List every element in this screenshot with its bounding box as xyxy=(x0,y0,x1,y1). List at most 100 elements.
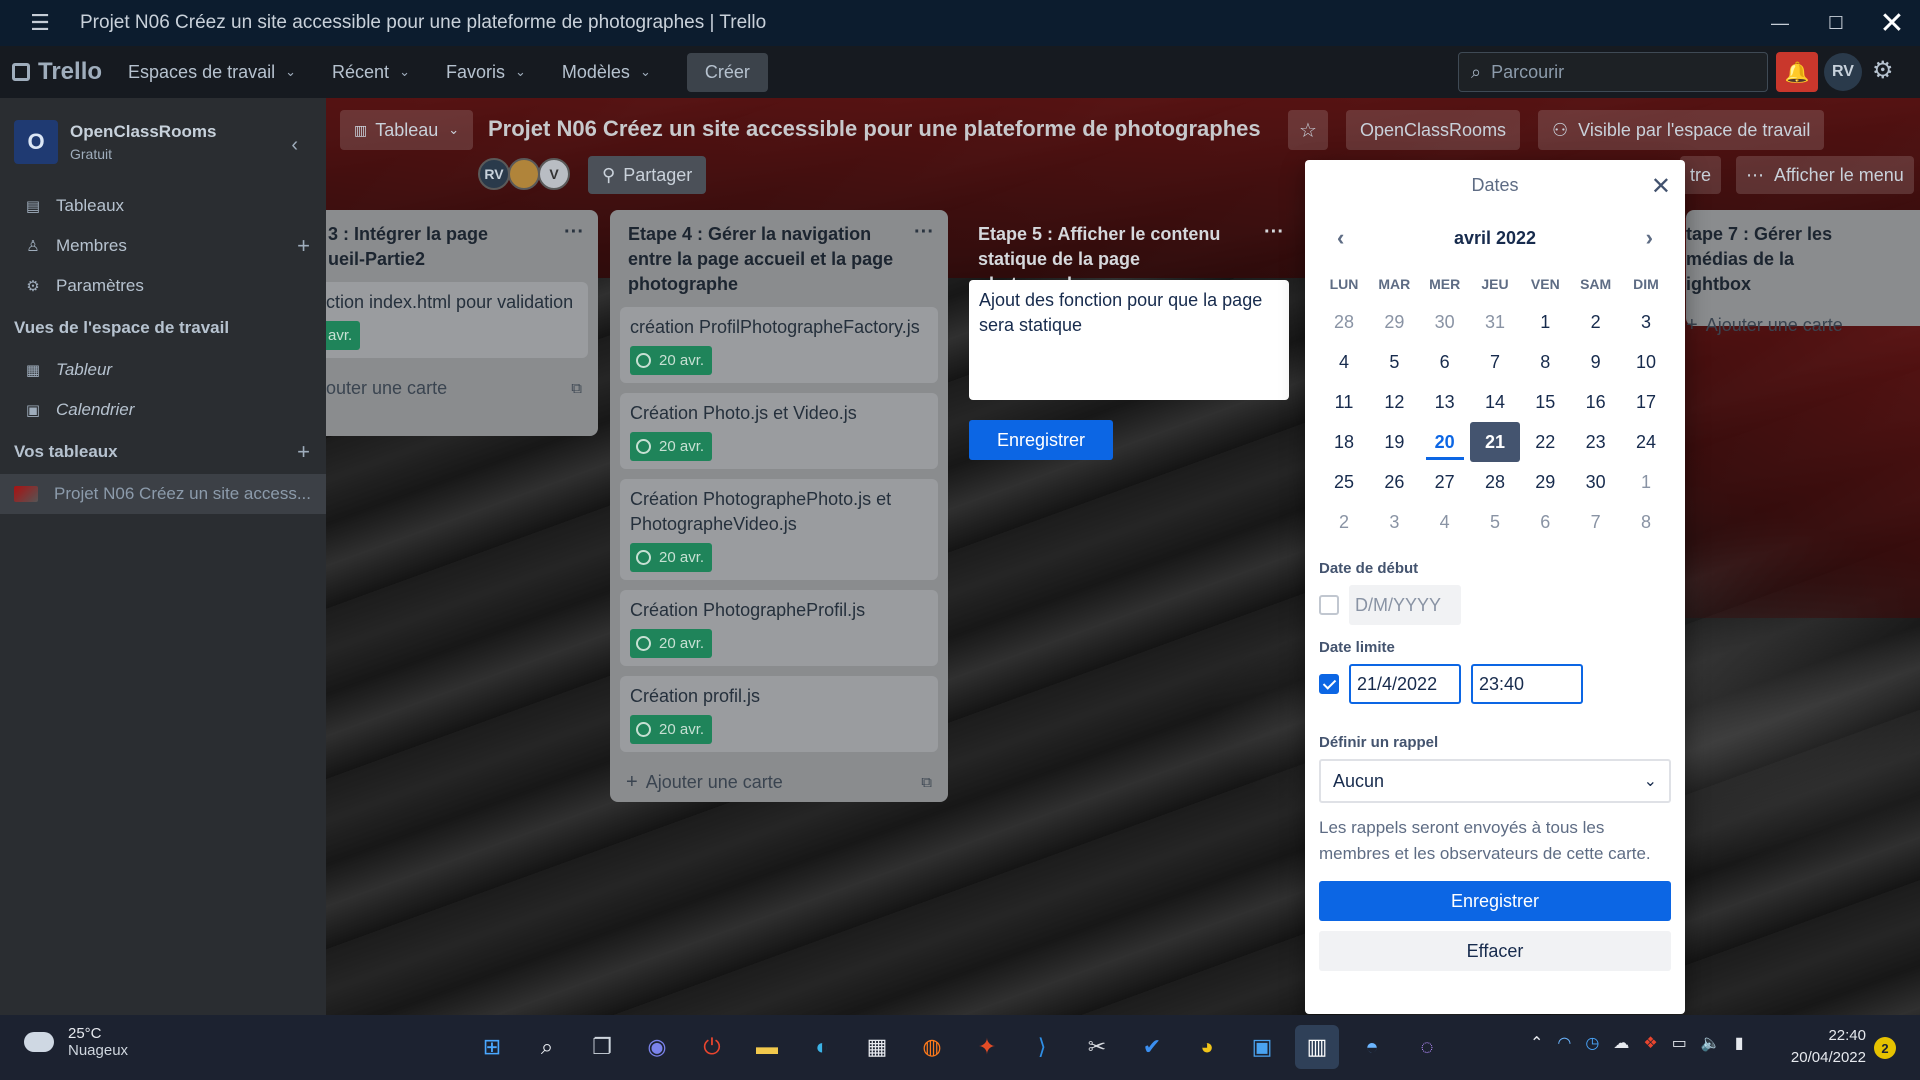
calendar-day[interactable]: 8 xyxy=(1520,342,1570,382)
add-board-icon[interactable]: + xyxy=(297,439,310,465)
create-button[interactable]: Créer xyxy=(686,52,768,92)
nav-templates[interactable]: Modèles ⌄ xyxy=(562,62,651,83)
list-title[interactable]: Etape 4 : Gérer la navigation entre la p… xyxy=(610,210,948,297)
board-title[interactable]: Projet N06 Créez un site accessible pour… xyxy=(488,116,1261,142)
weather-widget[interactable]: 25°C Nuageux xyxy=(24,1025,128,1059)
sidebar-item-boards[interactable]: ▤ Tableaux xyxy=(0,186,326,226)
calendar-day[interactable]: 25 xyxy=(1319,462,1369,502)
member-avatar[interactable]: V xyxy=(538,158,570,190)
calendar-day[interactable]: 2 xyxy=(1319,502,1369,542)
calendar-day[interactable]: 30 xyxy=(1571,462,1621,502)
calendar-day[interactable]: 3 xyxy=(1369,502,1419,542)
gear-icon[interactable]: ⚙ xyxy=(1872,56,1894,85)
sidebar-board-item[interactable]: Projet N06 Créez un site access... xyxy=(0,474,326,514)
calendar-day[interactable]: 17 xyxy=(1621,382,1671,422)
card-title-editor[interactable]: Ajout des fonction pour que la page sera… xyxy=(969,280,1289,400)
calendar-day[interactable]: 18 xyxy=(1319,422,1369,462)
clock-tray-icon[interactable]: ◷ xyxy=(1585,1033,1599,1053)
calendar-day[interactable]: 29 xyxy=(1520,462,1570,502)
display-icon[interactable]: ▭ xyxy=(1672,1033,1687,1053)
list-card[interactable]: Création Photo.js et Video.js 20 avr. xyxy=(620,393,938,469)
user-avatar[interactable]: RV xyxy=(1824,53,1862,91)
template-icon[interactable]: ⧉ xyxy=(571,380,582,397)
calendar-day[interactable]: 3 xyxy=(1621,302,1671,342)
add-member-icon[interactable]: + xyxy=(297,233,310,259)
list-card[interactable]: Création PhotographeProfil.js 20 avr. xyxy=(620,590,938,666)
save-card-button[interactable]: Enregistrer xyxy=(969,420,1113,460)
file-explorer-icon[interactable]: ▬ xyxy=(745,1025,789,1069)
list-title[interactable]: tape 7 : Gérer les médias de la ightbox xyxy=(1686,210,1920,297)
calendar-day[interactable]: 1 xyxy=(1520,302,1570,342)
calendar-day[interactable]: 11 xyxy=(1319,382,1369,422)
microsoft-store-icon[interactable]: ▦ xyxy=(855,1025,899,1069)
list-menu-icon[interactable]: ··· xyxy=(1264,220,1284,245)
minimize-icon[interactable]: — xyxy=(1752,0,1808,46)
workspace-name[interactable]: OpenClassRooms xyxy=(70,122,216,142)
list-title[interactable]: 3 : Intégrer la page ueil-Partie2 ··· xyxy=(326,210,598,272)
calendar-day[interactable]: 19 xyxy=(1369,422,1419,462)
sidebar-item-settings[interactable]: ⚙ Paramètres xyxy=(0,266,326,306)
calendar-day[interactable]: 30 xyxy=(1420,302,1470,342)
calendar-day[interactable]: 23 xyxy=(1571,422,1621,462)
chevron-right-icon[interactable]: › xyxy=(1646,225,1653,251)
snipping-tool-icon[interactable]: ✂ xyxy=(1075,1025,1119,1069)
list-menu-icon[interactable]: ··· xyxy=(914,220,934,245)
trello-logo[interactable]: Trello xyxy=(12,58,102,86)
member-avatar-photo[interactable] xyxy=(508,158,540,190)
collapse-sidebar-icon[interactable]: ‹ xyxy=(291,134,298,157)
list-card[interactable]: création ProfilPhotographeFactory.js 20 … xyxy=(620,307,938,383)
window-app-icon[interactable]: ▣ xyxy=(1240,1025,1284,1069)
calendar-day[interactable]: 2 xyxy=(1571,302,1621,342)
search-input[interactable]: ⌕ Parcourir xyxy=(1458,52,1768,92)
list-card[interactable]: Création PhotographePhoto.js et Photogra… xyxy=(620,479,938,580)
calendar-day[interactable]: 6 xyxy=(1420,342,1470,382)
volume-icon[interactable]: 🔈 xyxy=(1701,1033,1721,1053)
calendar-day[interactable]: 20 xyxy=(1420,422,1470,462)
calendar-day[interactable]: 22 xyxy=(1520,422,1570,462)
notifications-bell-icon[interactable]: 🔔 xyxy=(1776,52,1818,92)
search-icon[interactable]: ⌕ xyxy=(525,1025,569,1069)
filter-button[interactable]: tre xyxy=(1680,156,1722,194)
reminder-select[interactable]: Aucun ⌄ xyxy=(1319,759,1671,803)
dropbox-icon[interactable]: ❖ xyxy=(1643,1033,1657,1053)
menu-icon[interactable]: ☰ xyxy=(0,10,80,36)
due-time-input[interactable]: 23:40 xyxy=(1471,664,1583,704)
trello-app-icon[interactable]: ▥ xyxy=(1295,1025,1339,1069)
taskbar-clock[interactable]: 22:40 20/04/2022 xyxy=(1776,1025,1866,1069)
calendar-day[interactable]: 26 xyxy=(1369,462,1419,502)
view-switcher-button[interactable]: ▥ Tableau ⌄ xyxy=(340,110,474,150)
visibility-button[interactable]: ⚇ Visible par l'espace de travail xyxy=(1538,110,1825,150)
chevron-up-icon[interactable]: ⌃ xyxy=(1530,1033,1543,1053)
sidebar-item-members[interactable]: ♙ Membres + xyxy=(0,226,326,266)
app-icon[interactable]: ◓ xyxy=(1350,1025,1394,1069)
calendar-day[interactable]: 10 xyxy=(1621,342,1671,382)
calendar-day[interactable]: 5 xyxy=(1369,342,1419,382)
close-icon[interactable]: ✕ xyxy=(1651,172,1671,201)
edge-browser-icon[interactable]: ◐ xyxy=(800,1025,844,1069)
workspace-button[interactable]: OpenClassRooms xyxy=(1346,110,1521,150)
clear-dates-button[interactable]: Effacer xyxy=(1319,931,1671,971)
chevron-left-icon[interactable]: ‹ xyxy=(1337,225,1344,251)
add-card-button[interactable]: + Ajouter une carte xyxy=(1686,305,1920,345)
teams-chat-icon[interactable]: ◉ xyxy=(635,1025,679,1069)
calendar-day[interactable]: 12 xyxy=(1369,382,1419,422)
calendar-day[interactable]: 4 xyxy=(1319,342,1369,382)
calendar-day[interactable]: 5 xyxy=(1470,502,1520,542)
start-date-input[interactable]: D/M/YYYY xyxy=(1349,585,1461,625)
member-avatar[interactable]: RV xyxy=(478,158,510,190)
calendar-day[interactable]: 29 xyxy=(1369,302,1419,342)
nav-recent[interactable]: Récent ⌄ xyxy=(332,62,410,83)
calendar-day[interactable]: 9 xyxy=(1571,342,1621,382)
chrome-icon[interactable]: ◕ xyxy=(1185,1025,1229,1069)
calendar-day[interactable]: 27 xyxy=(1420,462,1470,502)
task-view-icon[interactable]: ❐ xyxy=(580,1025,624,1069)
template-icon[interactable]: ⧉ xyxy=(921,774,932,791)
git-app-icon[interactable]: ✦ xyxy=(965,1025,1009,1069)
maximize-icon[interactable]: ☐ xyxy=(1808,0,1864,46)
nav-workspaces[interactable]: Espaces de travail ⌄ xyxy=(128,62,296,83)
calendar-day[interactable]: 8 xyxy=(1621,502,1671,542)
onedrive-icon[interactable]: ☁ xyxy=(1613,1033,1629,1053)
nav-favorites[interactable]: Favoris ⌄ xyxy=(446,62,526,83)
calendar-day[interactable]: 14 xyxy=(1470,382,1520,422)
calendar-day[interactable]: 7 xyxy=(1470,342,1520,382)
